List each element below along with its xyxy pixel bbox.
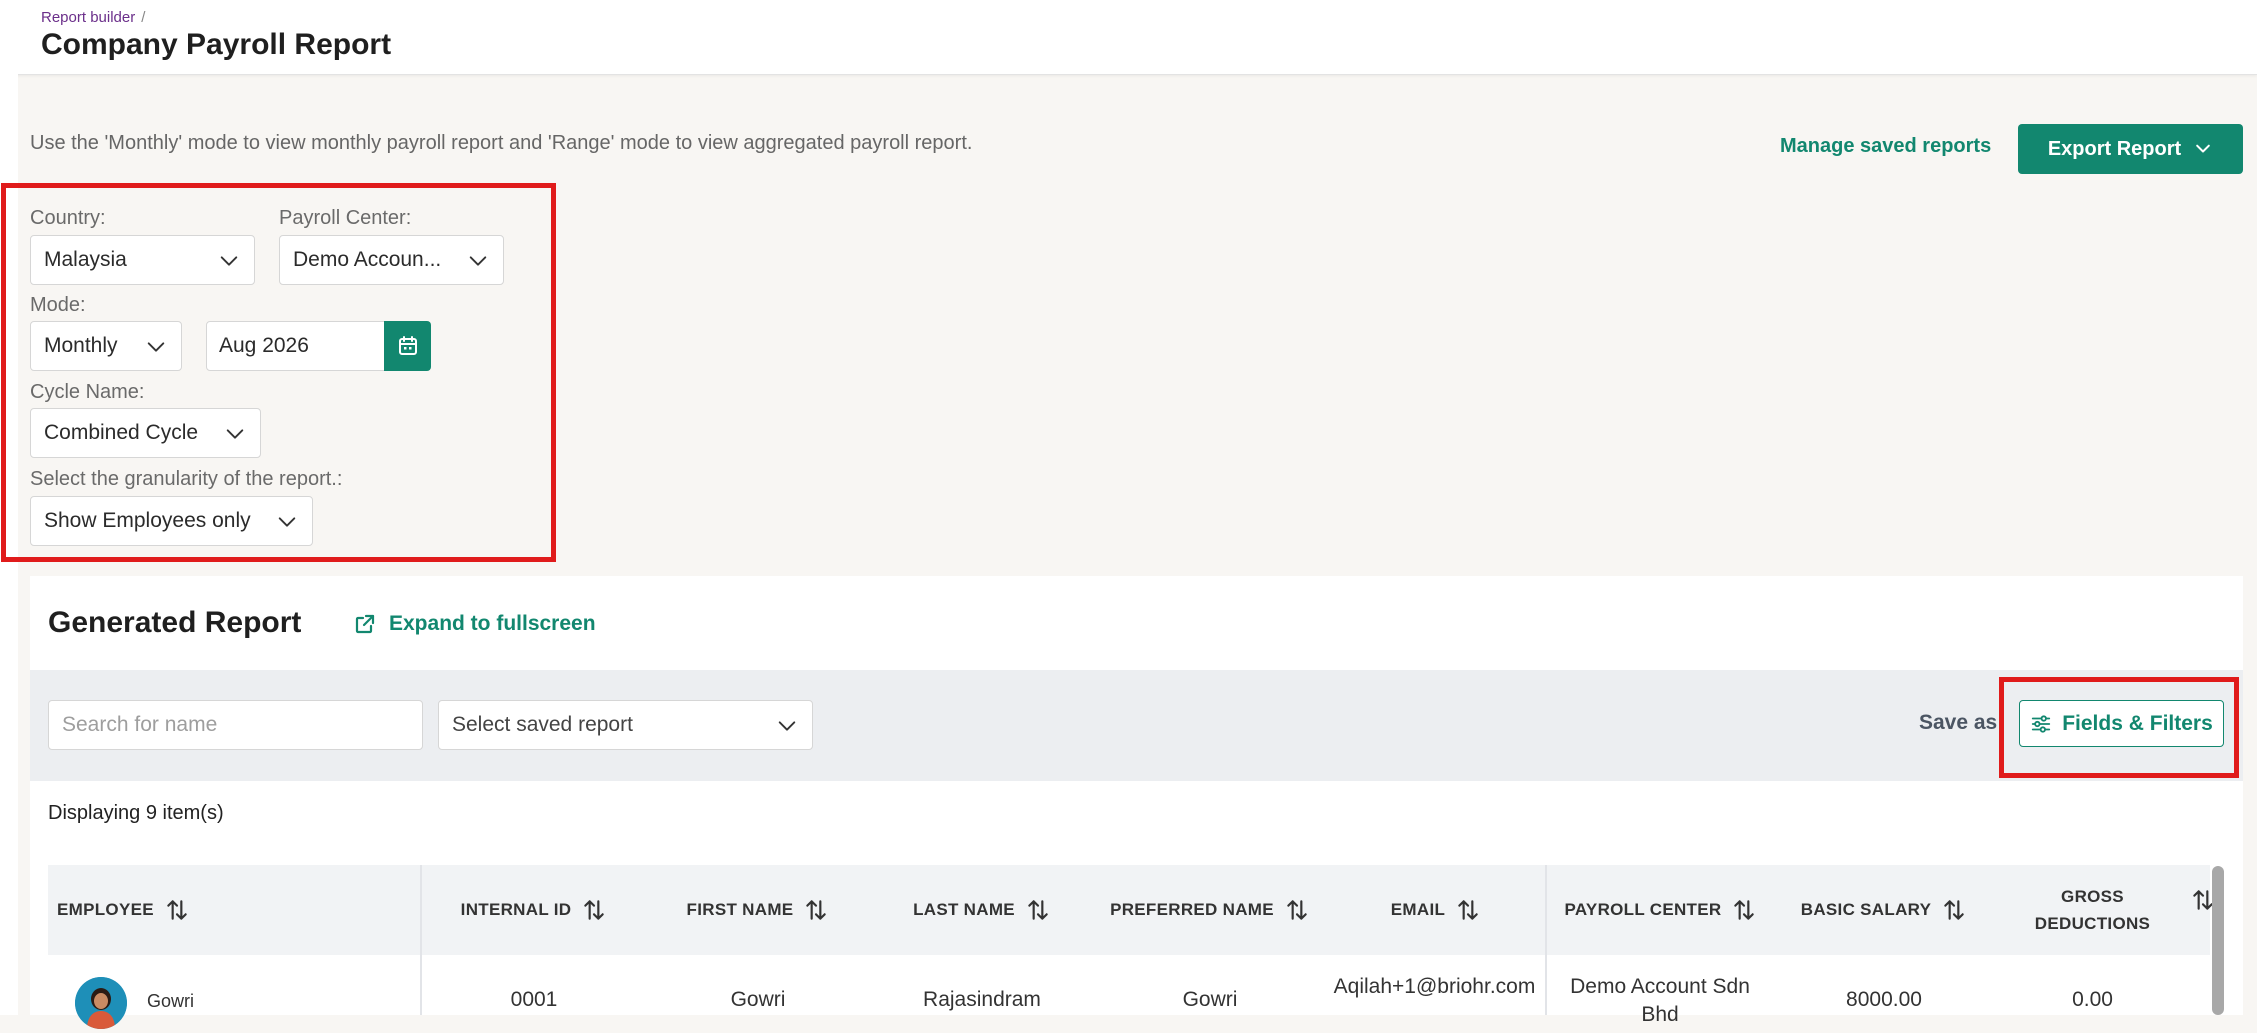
expand-fullscreen-link[interactable]: Expand to fullscreen bbox=[353, 612, 596, 636]
top-bar: Report builder / Company Payroll Report bbox=[0, 0, 2257, 75]
page-title: Company Payroll Report bbox=[41, 28, 392, 61]
column-divider bbox=[1545, 865, 1547, 1015]
column-label: GROSS DEDUCTIONS bbox=[2034, 887, 2151, 933]
breadcrumb-link[interactable]: Report builder bbox=[41, 9, 135, 26]
column-header-first-name[interactable]: FIRST NAME bbox=[646, 865, 870, 955]
breadcrumb-separator: / bbox=[141, 9, 146, 26]
sort-icon[interactable] bbox=[1941, 897, 1967, 923]
column-label: PREFERRED NAME bbox=[1110, 900, 1274, 919]
cell-internal-id: 0001 bbox=[510, 988, 558, 1011]
column-header-last-name[interactable]: LAST NAME bbox=[870, 865, 1094, 955]
saved-report-select[interactable]: Select saved report bbox=[438, 700, 813, 750]
export-report-button[interactable]: Export Report bbox=[2018, 124, 2243, 174]
column-label: EMPLOYEE bbox=[57, 900, 154, 919]
fields-filters-highlight-box bbox=[1999, 677, 2239, 778]
item-count: Displaying 9 item(s) bbox=[48, 802, 224, 824]
cell-last-name: Rajasindram bbox=[923, 988, 1041, 1011]
chevron-down-icon bbox=[2196, 144, 2211, 153]
column-header-preferred-name[interactable]: PREFERRED NAME bbox=[1094, 865, 1326, 955]
column-header-payroll-center[interactable]: PAYROLL CENTER bbox=[1550, 865, 1772, 955]
avatar bbox=[75, 977, 127, 1029]
cell-basic-salary: 8000.00 bbox=[1846, 988, 1922, 1011]
employee-name[interactable]: Gowri bbox=[147, 991, 194, 1012]
cell-payroll-center: Demo Account Sdn Bhd bbox=[1570, 975, 1750, 1026]
column-label: PAYROLL CENTER bbox=[1564, 900, 1722, 919]
sort-icon[interactable] bbox=[581, 897, 607, 923]
sort-icon[interactable] bbox=[164, 897, 190, 923]
search-input[interactable] bbox=[48, 700, 423, 750]
save-as-button[interactable]: Save as bbox=[1919, 711, 1997, 735]
cell-email: Aqilah+1@briohr.com bbox=[1333, 975, 1536, 998]
column-label: LAST NAME bbox=[913, 900, 1015, 919]
generated-report-title: Generated Report bbox=[48, 606, 302, 639]
breadcrumb[interactable]: Report builder / bbox=[41, 9, 145, 26]
cell-first-name: Gowri bbox=[730, 988, 786, 1011]
table-scrollbar[interactable] bbox=[2212, 866, 2224, 1015]
sort-icon[interactable] bbox=[1284, 897, 1310, 923]
column-label: INTERNAL ID bbox=[460, 900, 572, 919]
manage-saved-reports-link[interactable]: Manage saved reports bbox=[1780, 135, 1991, 158]
intro-text: Use the 'Monthly' mode to view monthly p… bbox=[30, 132, 973, 154]
column-label: EMAIL bbox=[1390, 900, 1446, 919]
column-header-employee[interactable]: EMPLOYEE bbox=[57, 865, 417, 955]
column-header-basic-salary[interactable]: BASIC SALARY bbox=[1772, 865, 1996, 955]
sort-icon[interactable] bbox=[1025, 897, 1051, 923]
export-report-label: Export Report bbox=[2047, 137, 2182, 160]
column-label: FIRST NAME bbox=[686, 900, 794, 919]
expand-fullscreen-label: Expand to fullscreen bbox=[389, 612, 596, 635]
column-header-email[interactable]: EMAIL bbox=[1326, 865, 1546, 955]
filters-highlight-box bbox=[1, 183, 556, 562]
column-header-internal-id[interactable]: INTERNAL ID bbox=[422, 865, 646, 955]
cell-gross-deductions: 0.00 bbox=[2072, 988, 2113, 1011]
column-label: BASIC SALARY bbox=[1800, 900, 1932, 919]
sort-icon[interactable] bbox=[803, 897, 829, 923]
sort-icon[interactable] bbox=[1455, 897, 1481, 923]
employee-avatar-image bbox=[75, 977, 127, 1029]
cell-preferred-name: Gowri bbox=[1182, 988, 1238, 1011]
external-link-icon bbox=[355, 614, 375, 634]
chevron-down-icon bbox=[778, 721, 796, 731]
saved-report-placeholder: Select saved report bbox=[452, 713, 633, 736]
column-header-gross-deductions[interactable]: GROSS DEDUCTIONS bbox=[2020, 865, 2165, 955]
sort-icon[interactable] bbox=[1731, 897, 1757, 923]
